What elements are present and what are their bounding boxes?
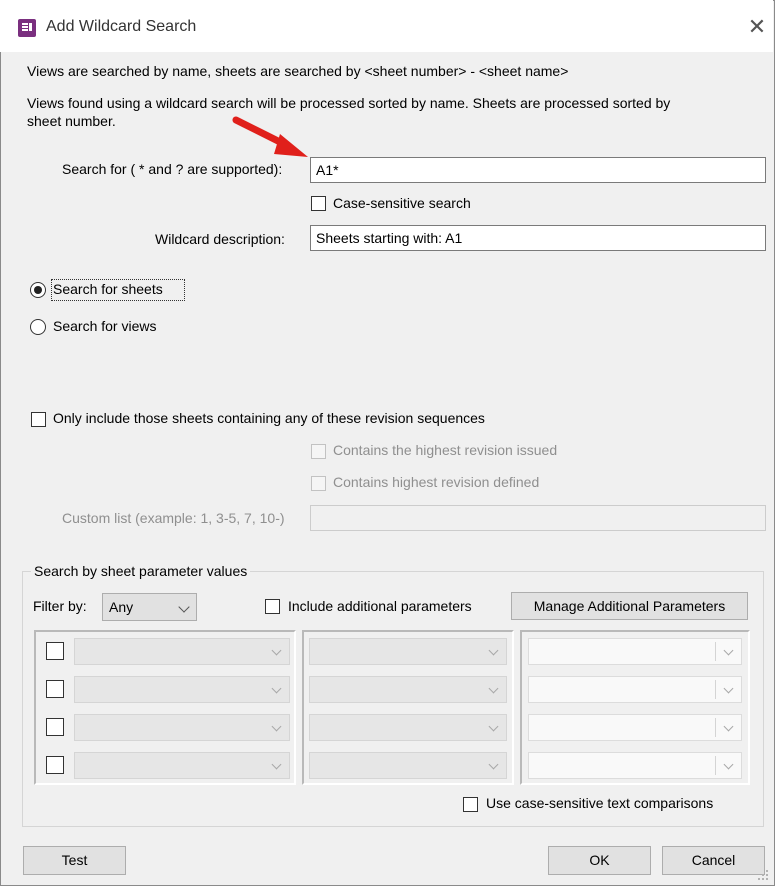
custom-list-input[interactable] [310,505,766,531]
only-include-revisions-checkbox[interactable] [31,412,46,427]
title-bar: Add Wildcard Search ✕ [0,0,773,52]
chevron-down-icon [271,759,282,770]
case-sensitive-compare-checkbox[interactable] [463,797,478,812]
param-row-parameter-select[interactable] [74,638,290,665]
param-row-parameter-select[interactable] [74,752,290,779]
include-additional-label: Include additional parameters [288,598,472,614]
intro-line-3: sheet number. [27,113,116,129]
window-title: Add Wildcard Search [46,18,197,35]
param-row-operator-select[interactable] [309,638,507,665]
test-button[interactable]: Test [23,846,126,875]
filter-by-value: Any [109,599,134,615]
param-row-checkbox[interactable] [46,756,64,774]
ok-button[interactable]: OK [548,846,651,875]
manage-additional-parameters-button[interactable]: Manage Additional Parameters [511,592,748,620]
case-sensitive-label: Case-sensitive search [333,195,471,211]
param-row-checkbox[interactable] [46,642,64,660]
filter-by-select[interactable]: Any [102,593,197,621]
chevron-down-icon [488,683,499,694]
wildcard-description-label: Wildcard description: [155,231,285,247]
chevron-down-icon [723,721,734,732]
highest-issued-label: Contains the highest revision issued [333,442,558,458]
highest-issued-checkbox[interactable] [311,444,326,459]
highest-defined-checkbox[interactable] [311,476,326,491]
wildcard-description-input[interactable]: Sheets starting with: A1 [310,225,766,251]
search-views-label[interactable]: Search for views [53,318,156,334]
search-sheets-label[interactable]: Search for sheets [53,281,163,297]
param-row-value-select[interactable] [528,752,742,779]
resize-grip-icon[interactable] [756,868,770,882]
red-arrow-icon [232,116,308,157]
case-sensitive-checkbox[interactable] [311,196,326,211]
highest-defined-label: Contains highest revision defined [333,474,540,490]
chevron-down-icon [271,721,282,732]
custom-list-label: Custom list (example: 1, 3-5, 7, 10-) [62,510,285,526]
only-include-revisions-label: Only include those sheets containing any… [53,410,485,426]
chevron-down-icon [488,759,499,770]
chevron-down-icon [723,759,734,770]
param-row-parameter-select[interactable] [74,714,290,741]
app-logo-icon [18,19,36,37]
chevron-down-icon [271,645,282,656]
intro-line-2: Views found using a wildcard search will… [27,95,671,111]
param-row-checkbox[interactable] [46,718,64,736]
search-pattern-input[interactable]: A1* [310,157,766,183]
param-row-checkbox[interactable] [46,680,64,698]
chevron-down-icon [723,683,734,694]
param-row-parameter-select[interactable] [74,676,290,703]
param-row-value-select[interactable] [528,714,742,741]
param-row-operator-select[interactable] [309,676,507,703]
include-additional-checkbox[interactable] [265,599,280,614]
chevron-down-icon [488,721,499,732]
parameter-group-title: Search by sheet parameter values [31,563,251,579]
chevron-down-icon [178,601,190,613]
param-row-value-select[interactable] [528,676,742,703]
case-sensitive-compare-label: Use case-sensitive text comparisons [486,795,714,811]
filter-by-label: Filter by: [33,598,87,614]
chevron-down-icon [723,645,734,656]
search-sheets-radio[interactable] [30,282,46,298]
chevron-down-icon [271,683,282,694]
close-icon[interactable]: ✕ [742,12,772,42]
search-for-label: Search for ( * and ? are supported): [62,161,283,177]
param-row-value-select[interactable] [528,638,742,665]
cancel-button[interactable]: Cancel [662,846,765,875]
search-views-radio[interactable] [30,319,46,335]
param-row-operator-select[interactable] [309,714,507,741]
param-row-operator-select[interactable] [309,752,507,779]
chevron-down-icon [488,645,499,656]
intro-line-1: Views are searched by name, sheets are s… [27,63,569,79]
